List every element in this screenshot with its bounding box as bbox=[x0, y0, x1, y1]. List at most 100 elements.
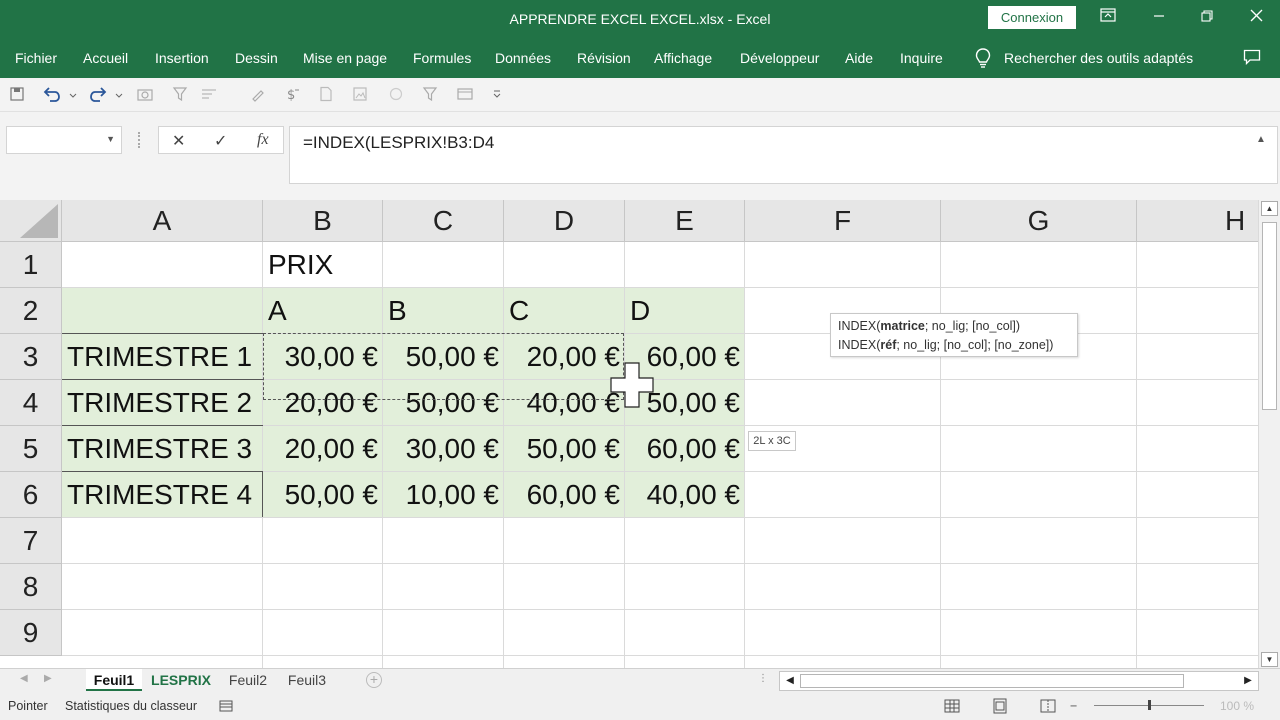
row-header-6[interactable]: 6 bbox=[0, 472, 62, 518]
cell-e6[interactable]: 40,00 € bbox=[625, 472, 745, 518]
comment-icon[interactable] bbox=[1243, 49, 1261, 66]
cell-a5[interactable]: TRIMESTRE 3 bbox=[62, 426, 263, 472]
menu-developpeur[interactable]: Développeur bbox=[740, 50, 819, 66]
cell-b2[interactable]: A bbox=[263, 288, 383, 334]
connexion-button[interactable]: Connexion bbox=[988, 6, 1076, 29]
name-box-dropdown-icon[interactable]: ▼ bbox=[106, 134, 115, 144]
close-icon[interactable] bbox=[1242, 6, 1270, 30]
tab-feuil1[interactable]: Feuil1 bbox=[86, 669, 142, 691]
column-header-f[interactable]: F bbox=[745, 200, 941, 242]
scroll-right-icon[interactable]: ▶ bbox=[1240, 673, 1256, 689]
tab-lesprix[interactable]: LESPRIX bbox=[144, 669, 218, 691]
cell-a4[interactable]: TRIMESTRE 2 bbox=[62, 380, 263, 426]
cell-c5[interactable]: 30,00 € bbox=[383, 426, 504, 472]
new-document-icon[interactable] bbox=[318, 86, 336, 104]
row-header-2[interactable]: 2 bbox=[0, 288, 62, 334]
tooltip-line-1[interactable]: INDEX(matrice; no_lig; [no_col]) bbox=[838, 317, 1070, 336]
redo-dropdown-icon[interactable] bbox=[114, 86, 124, 104]
scroll-down-icon[interactable]: ▼ bbox=[1261, 652, 1278, 667]
ribbon-display-icon[interactable] bbox=[1094, 6, 1122, 30]
cell-c6[interactable]: 10,00 € bbox=[383, 472, 504, 518]
lightbulb-icon[interactable] bbox=[974, 47, 992, 69]
select-all-button[interactable] bbox=[0, 200, 62, 242]
scroll-up-icon[interactable]: ▲ bbox=[1261, 201, 1278, 216]
sort-icon[interactable] bbox=[200, 86, 218, 104]
vertical-scroll-thumb[interactable] bbox=[1262, 222, 1277, 410]
page-layout-icon[interactable] bbox=[992, 698, 1008, 714]
camera-icon[interactable] bbox=[136, 86, 154, 104]
cell-a6[interactable]: TRIMESTRE 4 bbox=[62, 472, 263, 518]
row-header-1[interactable]: 1 bbox=[0, 242, 62, 288]
menu-aide[interactable]: Aide bbox=[845, 50, 873, 66]
undo-icon[interactable] bbox=[42, 86, 60, 104]
cell-b6[interactable]: 50,00 € bbox=[263, 472, 383, 518]
horizontal-scrollbar[interactable]: ◀ ▶ bbox=[779, 671, 1259, 691]
column-header-d[interactable]: D bbox=[504, 200, 625, 242]
normal-view-icon[interactable] bbox=[944, 698, 960, 714]
menu-revision[interactable]: Révision bbox=[577, 50, 631, 66]
workbook-statistics[interactable]: Statistiques du classeur bbox=[65, 699, 197, 713]
enter-icon[interactable]: ✓ bbox=[214, 131, 227, 151]
cancel-icon[interactable]: ✕ bbox=[172, 131, 185, 151]
cell-e5[interactable]: 60,00 € bbox=[625, 426, 745, 472]
search-tools-box[interactable]: Rechercher des outils adaptés bbox=[1004, 50, 1193, 66]
row-header-8[interactable]: 8 bbox=[0, 564, 62, 610]
row-header-3[interactable]: 3 bbox=[0, 334, 62, 380]
menu-donnees[interactable]: Données bbox=[495, 50, 551, 66]
save-icon[interactable] bbox=[9, 86, 27, 104]
zoom-out-icon[interactable]: − bbox=[1070, 699, 1077, 713]
menu-accueil[interactable]: Accueil bbox=[83, 50, 128, 66]
picture-icon[interactable] bbox=[352, 86, 370, 104]
row-header-4[interactable]: 4 bbox=[0, 380, 62, 426]
shape-icon[interactable] bbox=[388, 86, 406, 104]
row-header-9[interactable]: 9 bbox=[0, 610, 62, 656]
filter-icon[interactable] bbox=[172, 86, 190, 104]
paint-icon[interactable] bbox=[250, 86, 268, 104]
undo-dropdown-icon[interactable] bbox=[68, 86, 78, 104]
menu-fichier[interactable]: Fichier bbox=[15, 50, 57, 66]
row-header-7[interactable]: 7 bbox=[0, 518, 62, 564]
cell-b5[interactable]: 20,00 € bbox=[263, 426, 383, 472]
cell-b1[interactable]: PRIX bbox=[263, 242, 383, 288]
restore-icon[interactable] bbox=[1193, 6, 1221, 30]
insert-function-icon[interactable]: fx bbox=[257, 131, 269, 149]
minimize-icon[interactable] bbox=[1145, 6, 1173, 30]
clear-filter-icon[interactable] bbox=[422, 86, 440, 104]
vertical-scrollbar[interactable]: ▲ ▼ bbox=[1258, 200, 1280, 668]
column-header-b[interactable]: B bbox=[263, 200, 383, 242]
tab-feuil2[interactable]: Feuil2 bbox=[220, 669, 276, 691]
name-box[interactable]: ▼ bbox=[6, 126, 122, 154]
menu-mise-en-page[interactable]: Mise en page bbox=[303, 50, 387, 66]
cell-d5[interactable]: 50,00 € bbox=[504, 426, 625, 472]
menu-affichage[interactable]: Affichage bbox=[654, 50, 712, 66]
menu-insertion[interactable]: Insertion bbox=[155, 50, 209, 66]
tab-prev-icon[interactable]: ◀ bbox=[20, 673, 28, 684]
page-break-preview-icon[interactable] bbox=[1040, 698, 1056, 714]
menu-formules[interactable]: Formules bbox=[413, 50, 471, 66]
formula-input[interactable]: =INDEX(LESPRIX!B3:D4 bbox=[289, 126, 1278, 184]
tab-split-icon[interactable]: ⋮ bbox=[758, 673, 768, 684]
collapse-formula-bar-icon[interactable]: ▲ bbox=[1256, 134, 1266, 145]
tab-next-icon[interactable]: ▶ bbox=[44, 673, 52, 684]
cell-e2[interactable]: D bbox=[625, 288, 745, 334]
tab-feuil3[interactable]: Feuil3 bbox=[278, 669, 336, 691]
macro-recording-icon[interactable] bbox=[218, 698, 234, 714]
currency-icon[interactable]: $ bbox=[284, 86, 302, 104]
redo-icon[interactable] bbox=[88, 86, 107, 104]
row-header-5[interactable]: 5 bbox=[0, 426, 62, 472]
cell-d6[interactable]: 60,00 € bbox=[504, 472, 625, 518]
menu-dessin[interactable]: Dessin bbox=[235, 50, 278, 66]
horizontal-scroll-thumb[interactable] bbox=[800, 674, 1184, 688]
column-header-c[interactable]: C bbox=[383, 200, 504, 242]
tooltip-line-2[interactable]: INDEX(réf; no_lig; [no_col]; [no_zone]) bbox=[838, 336, 1070, 355]
customize-toolbar-icon[interactable] bbox=[492, 86, 502, 104]
cell-d2[interactable]: C bbox=[504, 288, 625, 334]
column-header-e[interactable]: E bbox=[625, 200, 745, 242]
column-header-a[interactable]: A bbox=[62, 200, 263, 242]
column-header-h[interactable]: H bbox=[1137, 200, 1258, 242]
add-sheet-icon[interactable]: + bbox=[366, 672, 382, 688]
scroll-left-icon[interactable]: ◀ bbox=[782, 673, 798, 689]
column-header-g[interactable]: G bbox=[941, 200, 1137, 242]
cell-c2[interactable]: B bbox=[383, 288, 504, 334]
cell-a3[interactable]: TRIMESTRE 1 bbox=[62, 334, 263, 380]
